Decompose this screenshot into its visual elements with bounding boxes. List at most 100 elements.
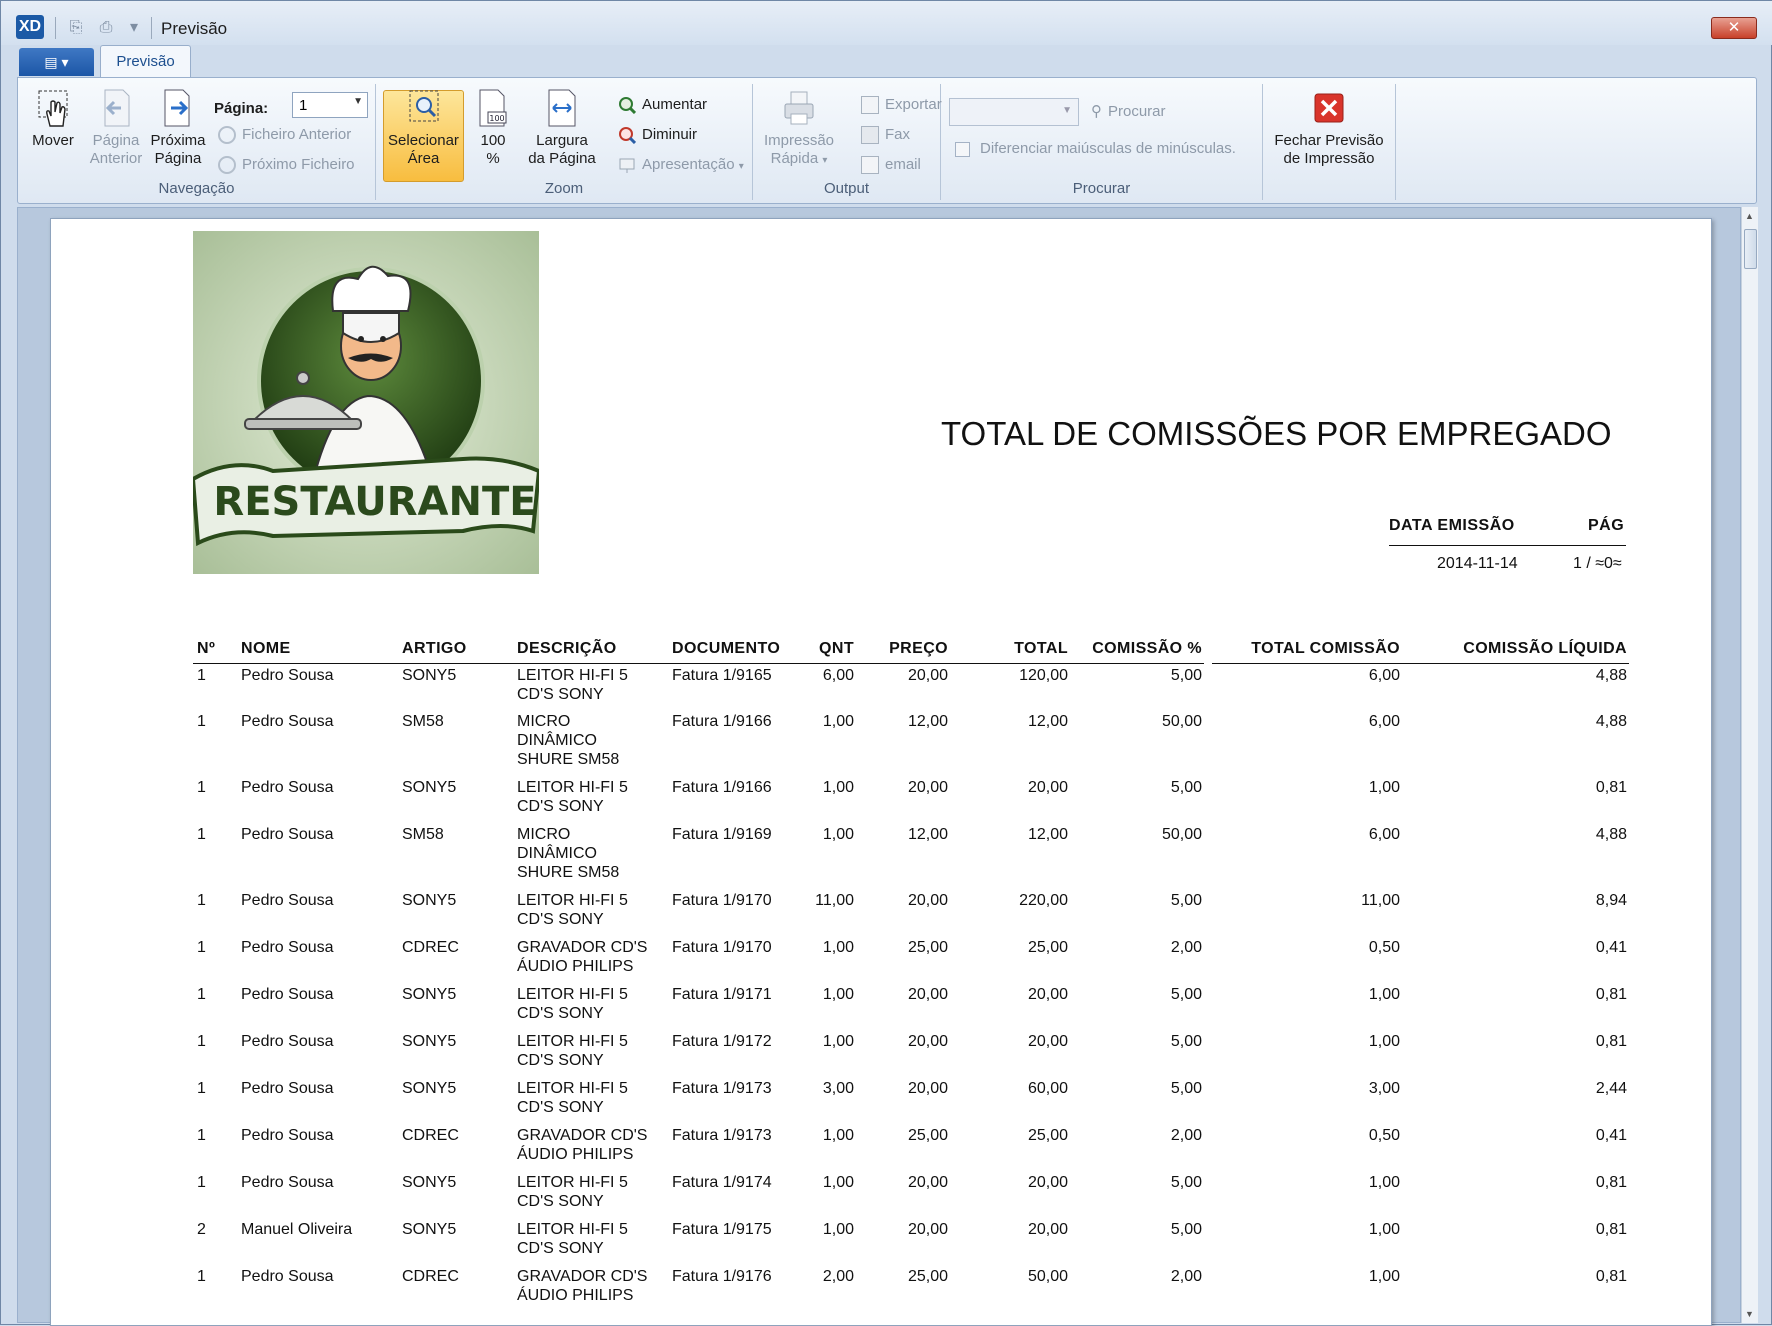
ribbon: Mover Página Anterior Próxima Página Pág… xyxy=(17,77,1757,204)
row-documento: Fatura 1/9176 xyxy=(672,1268,772,1285)
scroll-down-icon[interactable]: ▼ xyxy=(1745,1309,1754,1319)
row-documento: Fatura 1/9169 xyxy=(672,826,772,843)
exportar-button[interactable]: Exportar xyxy=(861,96,942,115)
row-documento: Fatura 1/9172 xyxy=(672,1033,772,1050)
row-comissao-pct: 2,00 xyxy=(1170,1268,1202,1285)
row-nome: Pedro Sousa xyxy=(241,986,334,1003)
row-qnt: 1,00 xyxy=(822,1221,854,1238)
descricao-line: SHURE SM58 xyxy=(517,751,620,768)
column-gap xyxy=(1204,663,1212,710)
email-button[interactable]: email xyxy=(861,156,921,175)
window-close-button[interactable]: ✕ xyxy=(1711,17,1757,39)
column-gap xyxy=(1204,889,1212,936)
row-qnt: 3,00 xyxy=(822,1080,854,1097)
row-total: 120,00 xyxy=(1019,666,1068,684)
column-gap xyxy=(1204,1124,1212,1171)
col-header-qnt: QNT xyxy=(804,635,856,664)
quick-access-print-icon[interactable]: ⎙ xyxy=(95,17,117,39)
fax-button[interactable]: Fax xyxy=(861,126,910,145)
app-icon[interactable]: XD xyxy=(16,15,44,39)
proxima-pagina-label-1: Próxima xyxy=(150,132,206,149)
close-icon xyxy=(1314,93,1344,123)
group-fechar: Fechar Previsão de Impressão xyxy=(1263,84,1396,200)
row-artigo: CDREC xyxy=(402,1268,459,1285)
row-total-comissao: 1,00 xyxy=(1368,779,1400,796)
search-input[interactable]: ▼ xyxy=(949,98,1079,126)
row-qnt: 1,00 xyxy=(822,939,854,956)
row-preco: 20,00 xyxy=(907,892,948,909)
row-n: 1 xyxy=(197,826,206,843)
row-n: 2 xyxy=(197,1221,206,1238)
printer-icon xyxy=(784,91,814,125)
col-header-comissao-liquida: COMISSÃO LÍQUIDA xyxy=(1402,635,1629,664)
row-artigo: SONY5 xyxy=(402,1221,457,1238)
quick-access-customize-icon[interactable]: ▾ xyxy=(123,17,145,39)
mover-button[interactable]: Mover xyxy=(28,88,78,150)
row-qnt: 1,00 xyxy=(822,1033,854,1050)
zoom-100-button[interactable]: 100 100 % xyxy=(468,88,518,168)
row-n: 1 xyxy=(197,1174,206,1191)
row-descricao: LEITOR HI-FI 5 CD'S SONY xyxy=(513,1030,668,1077)
quick-access-save-icon[interactable]: ⎘ xyxy=(65,17,87,39)
exportar-label: Exportar xyxy=(885,96,942,113)
pagina-select[interactable]: 1 ▼ xyxy=(292,92,368,118)
procurar-button[interactable]: ⚲ Procurar xyxy=(1091,102,1166,120)
proximo-ficheiro-button[interactable]: Próximo Ficheiro xyxy=(218,156,355,175)
row-total: 25,00 xyxy=(1027,939,1068,956)
row-artigo: SONY5 xyxy=(402,1080,457,1097)
fechar-previsao-button[interactable]: Fechar Previsão de Impressão xyxy=(1267,88,1391,168)
row-preco: 25,00 xyxy=(907,1127,948,1144)
descricao-line: DINÂMICO xyxy=(517,845,597,862)
tab-previsao[interactable]: Previsão xyxy=(100,45,191,78)
apresentacao-label: Apresentação xyxy=(642,156,735,173)
row-comissao-liquida: 0,81 xyxy=(1595,986,1627,1003)
row-artigo: SONY5 xyxy=(402,779,457,796)
descricao-line: CD'S SONY xyxy=(517,911,604,928)
row-qnt: 6,00 xyxy=(822,666,854,684)
scrollbar-thumb[interactable] xyxy=(1744,229,1757,269)
vertical-scrollbar[interactable]: ▲ ▼ xyxy=(1741,207,1758,1323)
row-comissao-pct: 5,00 xyxy=(1170,1221,1202,1238)
descricao-line: ÁUDIO PHILIPS xyxy=(517,1146,634,1163)
row-descricao: LEITOR HI-FI 5 CD'S SONY xyxy=(513,1077,668,1124)
mover-label: Mover xyxy=(32,132,74,149)
file-menu-button[interactable]: ▤ ▾ xyxy=(19,48,94,76)
circle-arrow-left-icon xyxy=(218,126,236,145)
row-artigo: CDREC xyxy=(402,1127,459,1144)
impressao-rapida-button[interactable]: Impressão Rápida ▾ xyxy=(759,88,839,170)
diferenciar-checkbox[interactable]: Diferenciar maiúsculas de minúsculas. xyxy=(955,140,1236,157)
hand-icon xyxy=(38,90,68,127)
aumentar-button[interactable]: Aumentar xyxy=(618,96,708,115)
apresentacao-button[interactable]: Apresentação ▾ xyxy=(618,156,744,174)
selecionar-area-button[interactable]: Selecionar Área xyxy=(383,88,464,168)
col-header-preco: PREÇO xyxy=(856,635,950,664)
col-header-descricao: DESCRIÇÃO xyxy=(513,635,668,664)
row-comissao-pct: 50,00 xyxy=(1161,713,1202,730)
row-comissao-liquida: 8,94 xyxy=(1595,892,1627,909)
diferenciar-label: Diferenciar maiúsculas de minúsculas. xyxy=(980,140,1236,157)
row-descricao: GRAVADOR CD'S ÁUDIO PHILIPS xyxy=(513,1265,668,1312)
row-qnt: 1,00 xyxy=(822,1174,854,1191)
diminuir-button[interactable]: Diminuir xyxy=(618,126,697,145)
procurar-label: Procurar xyxy=(1108,103,1166,120)
aumentar-label: Aumentar xyxy=(642,96,708,113)
row-comissao-liquida: 0,81 xyxy=(1595,1268,1627,1285)
row-total-comissao: 1,00 xyxy=(1368,1174,1400,1191)
proxima-pagina-button[interactable]: Próxima Página xyxy=(148,88,208,168)
row-nome: Pedro Sousa xyxy=(241,826,334,843)
descricao-line: CD'S SONY xyxy=(517,1005,604,1022)
largura-pagina-button[interactable]: Largura da Página xyxy=(522,88,602,168)
pag-header: PÁG xyxy=(1588,517,1625,534)
row-n: 1 xyxy=(197,1033,206,1050)
checkbox-box[interactable] xyxy=(955,141,970,157)
row-n: 1 xyxy=(197,666,206,684)
ficheiro-anterior-button[interactable]: Ficheiro Anterior xyxy=(218,126,351,145)
row-total-comissao: 0,50 xyxy=(1368,939,1400,956)
scroll-up-icon[interactable]: ▲ xyxy=(1745,211,1754,221)
largura-pagina-label-1: Largura xyxy=(536,132,588,149)
row-total: 220,00 xyxy=(1019,892,1068,909)
row-nome: Pedro Sousa xyxy=(241,1080,334,1097)
row-artigo: SONY5 xyxy=(402,892,457,909)
largura-pagina-label-2: da Página xyxy=(528,150,596,167)
pagina-anterior-button[interactable]: Página Anterior xyxy=(86,88,146,168)
